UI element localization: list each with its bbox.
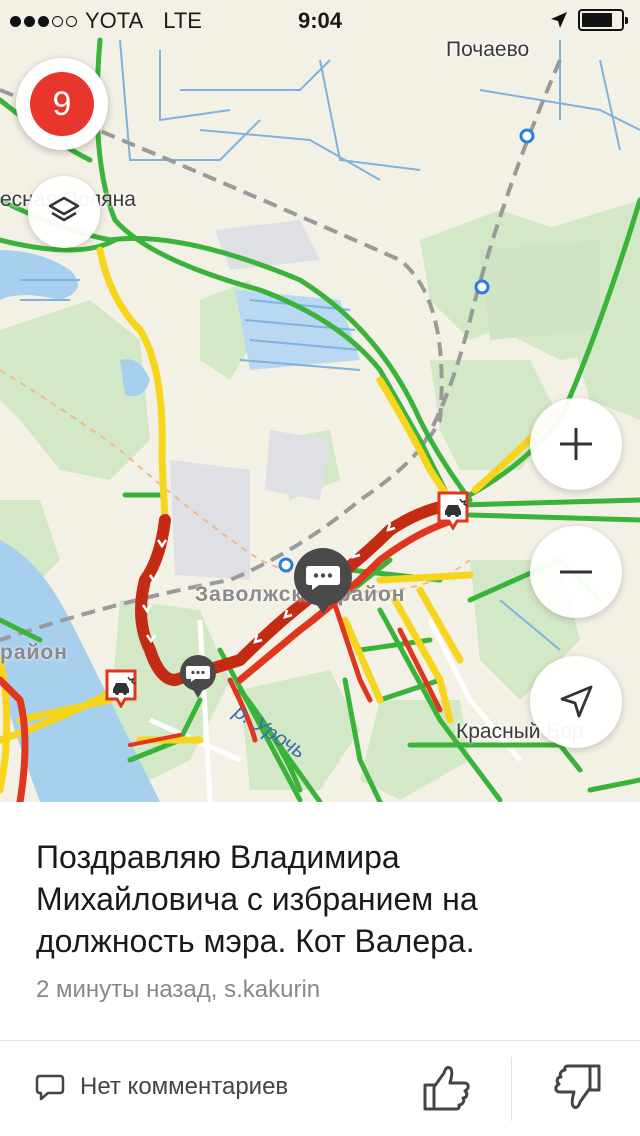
accident-icon [437,491,469,532]
location-services-icon [551,12,567,28]
layers-icon [48,196,80,222]
chat-bubble-icon [180,655,216,698]
location-arrow-icon [560,685,593,718]
post-card: Поздравляю Владимира Михайловича с избра… [0,802,640,1040]
accident-icon [105,669,137,710]
label-district-left: район [0,641,68,664]
minus-icon [560,570,592,574]
chat-marker-large[interactable] [292,546,354,616]
post-message: Поздравляю Владимира Михайловича с избра… [36,839,478,959]
actions-divider [511,1057,512,1121]
traffic-score: 9 [30,72,94,136]
thumbs-down-icon [554,1064,601,1109]
thumbs-up-icon [423,1066,470,1111]
chat-bubble-icon [293,548,352,614]
accident-marker[interactable] [104,668,138,710]
zoom-out-button[interactable] [530,526,622,618]
post-actions-bar: Нет комментариев [0,1040,640,1136]
battery-icon [578,9,628,31]
my-location-button[interactable] [530,656,622,748]
layers-button[interactable] [28,176,100,248]
traffic-score-button[interactable]: 9 [16,58,108,150]
dislike-button[interactable] [550,1061,604,1120]
clock: 9:04 [297,8,343,33]
zoom-in-button[interactable] [530,398,622,490]
comments-count-label: Нет комментариев [80,1073,289,1100]
chat-marker-small[interactable] [178,654,218,700]
comments-link[interactable]: Нет комментариев [34,1071,288,1103]
comment-icon [35,1074,65,1101]
traffic-map[interactable]: Почаево есная Поляна Заволжский район ра… [0,0,640,802]
label-pochaevo: Почаево [446,38,530,61]
like-button[interactable] [420,1061,474,1120]
accident-marker[interactable] [436,490,470,532]
plus-icon [560,428,592,460]
status-bar: YOTA LTE 9:04 [0,0,640,40]
post-meta: 2 минуты назад, s.kakurin [36,976,321,1003]
battery-level [582,13,613,27]
